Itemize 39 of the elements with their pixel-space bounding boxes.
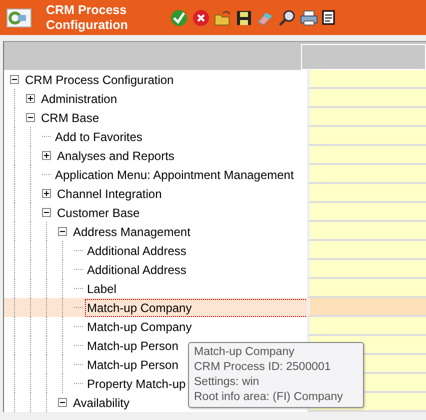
tree-item[interactable]: Label	[86, 280, 118, 296]
expander-toggle[interactable]	[42, 151, 51, 160]
tree-item[interactable]: Add to Favorites	[54, 128, 144, 144]
tree-item[interactable]: Availability	[72, 394, 130, 410]
tree-item[interactable]: Additional Address	[86, 262, 188, 278]
checkmark-icon[interactable]	[170, 8, 188, 26]
expander-toggle[interactable]	[26, 94, 35, 103]
header-title: CRM Process	[46, 2, 128, 18]
expander-toggle[interactable]	[42, 189, 51, 198]
save-icon[interactable]	[236, 10, 252, 26]
printer-icon[interactable]	[300, 10, 318, 26]
expander-toggle[interactable]	[58, 227, 67, 236]
folder-icon[interactable]	[214, 8, 232, 26]
document-icon[interactable]	[322, 10, 336, 26]
tooltip-text: CRM Process ID: 2500001	[194, 360, 332, 375]
tree-item[interactable]: Property Match-up	[86, 376, 187, 392]
cancel-icon[interactable]	[192, 8, 210, 26]
tree-item[interactable]: Analyses and Reports	[56, 148, 176, 164]
app-logo-icon	[6, 8, 32, 28]
tree-item[interactable]: CRM Process Configuration	[24, 72, 175, 88]
tree-item[interactable]: Customer Base	[56, 204, 141, 220]
tooltip-text: Match-up Company	[194, 345, 296, 360]
expander-toggle[interactable]	[26, 113, 35, 122]
tooltip-text: Root info area: (FI) Company	[194, 390, 344, 405]
tree-item[interactable]: Channel Integration	[56, 186, 163, 202]
tree-item[interactable]: Administration	[40, 90, 118, 106]
tree-item[interactable]: Match-up Person	[86, 338, 180, 354]
tooltip-text: Settings: win	[194, 375, 260, 390]
tree-item[interactable]: CRM Base	[40, 110, 100, 126]
header-title: Configuration	[46, 18, 129, 32]
search-icon[interactable]	[278, 8, 296, 26]
tree-item[interactable]: Match-up Person	[86, 356, 180, 372]
tree-item[interactable]: Additional Address	[86, 242, 188, 258]
tree-item[interactable]: Address Management	[72, 224, 192, 240]
expander-toggle[interactable]	[58, 398, 67, 407]
expander-toggle[interactable]	[42, 208, 51, 217]
tree-item[interactable]: Match-up Company	[86, 318, 193, 334]
expander-toggle[interactable]	[10, 75, 19, 84]
tree-item[interactable]: Application Menu: Appointment Management	[54, 166, 295, 182]
